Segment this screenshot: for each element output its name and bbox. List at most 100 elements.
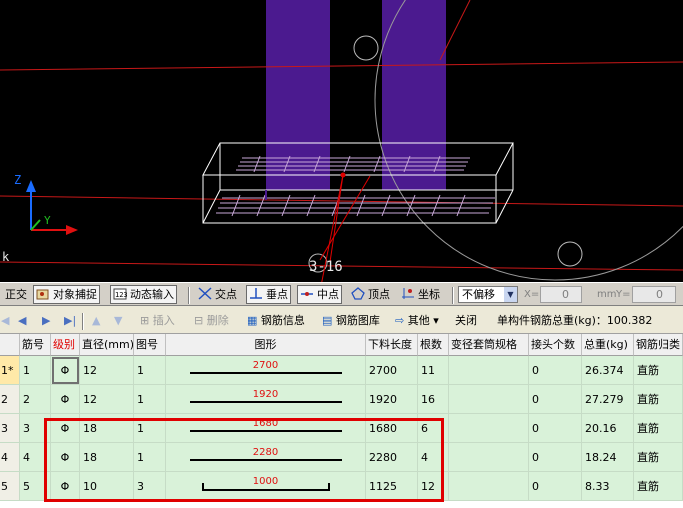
cut-length-cell[interactable]: 2280 bbox=[366, 443, 418, 472]
bar-no-cell[interactable]: 4 bbox=[20, 443, 51, 472]
last-record-icon[interactable]: ▶| bbox=[64, 314, 76, 327]
count-cell[interactable]: 4 bbox=[418, 443, 449, 472]
shape-cell[interactable]: 1680 bbox=[166, 414, 366, 443]
column-header[interactable]: 筋号 bbox=[20, 334, 51, 356]
diameter-cell[interactable]: 18 bbox=[80, 443, 134, 472]
grade-cell[interactable]: Φ bbox=[51, 356, 80, 385]
insert-button[interactable]: ⊞ 插入 bbox=[140, 312, 175, 330]
grade-cell[interactable]: Φ bbox=[51, 472, 80, 501]
category-cell[interactable]: 直筋 bbox=[634, 356, 683, 385]
category-cell[interactable]: 直筋 bbox=[634, 472, 683, 501]
row-header[interactable]: 2 bbox=[0, 385, 20, 414]
grade-cell[interactable]: Φ bbox=[51, 414, 80, 443]
rebar-info-button[interactable]: ▦ 钢筋信息 bbox=[247, 312, 305, 330]
row-header[interactable]: 3 bbox=[0, 414, 20, 443]
dynamic-input-button[interactable]: 123 动态输入 bbox=[110, 285, 177, 304]
shape-no-cell[interactable]: 3 bbox=[134, 472, 166, 501]
vertex-snap-button[interactable]: 顶点 bbox=[349, 285, 392, 304]
close-button[interactable]: 关闭 bbox=[455, 312, 477, 330]
grade-cell[interactable]: Φ bbox=[51, 443, 80, 472]
chevron-down-icon[interactable]: ▼ bbox=[504, 287, 517, 302]
row-header[interactable]: 1* bbox=[0, 356, 20, 385]
weight-cell[interactable]: 18.24 bbox=[582, 443, 634, 472]
sleeve-cell[interactable] bbox=[449, 443, 529, 472]
weight-cell[interactable]: 27.279 bbox=[582, 385, 634, 414]
column-header[interactable]: 钢筋归类 bbox=[634, 334, 683, 356]
count-cell[interactable]: 6 bbox=[418, 414, 449, 443]
midpoint-snap-button[interactable]: 中点 bbox=[297, 285, 342, 304]
joints-cell[interactable]: 0 bbox=[529, 414, 582, 443]
bar-no-cell[interactable]: 2 bbox=[20, 385, 51, 414]
column-header[interactable]: 图号 bbox=[134, 334, 166, 356]
column-header[interactable]: 下料长度 bbox=[366, 334, 418, 356]
weight-cell[interactable]: 8.33 bbox=[582, 472, 634, 501]
sleeve-cell[interactable] bbox=[449, 385, 529, 414]
shape-no-cell[interactable]: 1 bbox=[134, 385, 166, 414]
shape-cell[interactable]: 1000 bbox=[166, 472, 366, 501]
joints-cell[interactable]: 0 bbox=[529, 472, 582, 501]
sleeve-cell[interactable] bbox=[449, 414, 529, 443]
weight-cell[interactable]: 20.16 bbox=[582, 414, 634, 443]
shape-cell[interactable]: 2280 bbox=[166, 443, 366, 472]
column-header[interactable]: 总重(kg) bbox=[582, 334, 634, 356]
shape-no-cell[interactable]: 1 bbox=[134, 414, 166, 443]
row-header[interactable]: 5 bbox=[0, 472, 20, 501]
count-cell[interactable]: 11 bbox=[418, 356, 449, 385]
y-coord-input[interactable]: 0 bbox=[632, 286, 676, 303]
diameter-cell[interactable]: 10 bbox=[80, 472, 134, 501]
row-header[interactable]: 4 bbox=[0, 443, 20, 472]
count-cell[interactable]: 16 bbox=[418, 385, 449, 414]
table-row[interactable]: 4 4 Φ 18 1 2280 2280 4 0 18.24 直筋 bbox=[0, 443, 683, 472]
perpendicular-snap-button[interactable]: 垂点 bbox=[246, 285, 291, 304]
category-cell[interactable]: 直筋 bbox=[634, 414, 683, 443]
bar-no-cell[interactable]: 1 bbox=[20, 356, 51, 385]
other-menu-button[interactable]: ⇨ 其他 ▾ bbox=[395, 312, 439, 330]
object-snap-button[interactable]: 对象捕捉 bbox=[33, 285, 100, 304]
category-cell[interactable]: 直筋 bbox=[634, 385, 683, 414]
shape-cell[interactable]: 2700 bbox=[166, 356, 366, 385]
coordinate-snap-button[interactable]: 坐标 bbox=[399, 285, 442, 304]
joints-cell[interactable]: 0 bbox=[529, 385, 582, 414]
column-header[interactable]: 图形 bbox=[166, 334, 366, 356]
weight-cell[interactable]: 26.374 bbox=[582, 356, 634, 385]
previous-record-icon[interactable]: ◀ bbox=[18, 314, 26, 327]
cut-length-cell[interactable]: 1125 bbox=[366, 472, 418, 501]
table-row[interactable]: 3 3 Φ 18 1 1680 1680 6 0 20.16 直筋 bbox=[0, 414, 683, 443]
joints-cell[interactable]: 0 bbox=[529, 443, 582, 472]
table-row[interactable]: 2 2 Φ 12 1 1920 1920 16 0 27.279 直筋 bbox=[0, 385, 683, 414]
column-header[interactable]: 根数 bbox=[418, 334, 449, 356]
shape-cell[interactable]: 1920 bbox=[166, 385, 366, 414]
diameter-cell[interactable]: 18 bbox=[80, 414, 134, 443]
cut-length-cell[interactable]: 2700 bbox=[366, 356, 418, 385]
bar-no-cell[interactable]: 3 bbox=[20, 414, 51, 443]
shape-no-cell[interactable]: 1 bbox=[134, 356, 166, 385]
offset-mode-select[interactable]: 不偏移 ▼ bbox=[458, 286, 518, 303]
diameter-cell[interactable]: 12 bbox=[80, 356, 134, 385]
rebar-library-button[interactable]: ▤ 钢筋图库 bbox=[322, 312, 380, 330]
grade-cell[interactable]: Φ bbox=[51, 385, 80, 414]
move-down-icon[interactable]: ▼ bbox=[114, 314, 122, 327]
first-record-icon[interactable]: ◀ bbox=[1, 314, 9, 327]
joints-cell[interactable]: 0 bbox=[529, 356, 582, 385]
intersection-snap-button[interactable]: 交点 bbox=[196, 285, 239, 304]
sleeve-cell[interactable] bbox=[449, 472, 529, 501]
column-header[interactable]: 直径(mm) bbox=[80, 334, 134, 356]
column-header[interactable]: 接头个数 bbox=[529, 334, 582, 356]
x-coord-input[interactable]: 0 bbox=[540, 286, 582, 303]
table-row[interactable]: 5 5 Φ 10 3 1000 1125 12 0 8.33 直筋 bbox=[0, 472, 683, 501]
column-header[interactable]: 变径套筒规格 bbox=[449, 334, 529, 356]
column-header[interactable]: 级别 bbox=[51, 334, 80, 356]
table-row[interactable]: 1* 1 Φ 12 1 2700 2700 11 0 26.374 直筋 bbox=[0, 356, 683, 385]
cad-viewport[interactable]: Z Y k 3-16 bbox=[0, 0, 683, 282]
shape-no-cell[interactable]: 1 bbox=[134, 443, 166, 472]
move-up-icon[interactable]: ▲ bbox=[92, 314, 100, 327]
bar-no-cell[interactable]: 5 bbox=[20, 472, 51, 501]
cut-length-cell[interactable]: 1680 bbox=[366, 414, 418, 443]
ortho-button[interactable]: 正交 bbox=[3, 285, 29, 304]
next-record-icon[interactable]: ▶ bbox=[42, 314, 50, 327]
category-cell[interactable]: 直筋 bbox=[634, 443, 683, 472]
delete-button[interactable]: ⊟ 删除 bbox=[194, 312, 229, 330]
cut-length-cell[interactable]: 1920 bbox=[366, 385, 418, 414]
diameter-cell[interactable]: 12 bbox=[80, 385, 134, 414]
count-cell[interactable]: 12 bbox=[418, 472, 449, 501]
